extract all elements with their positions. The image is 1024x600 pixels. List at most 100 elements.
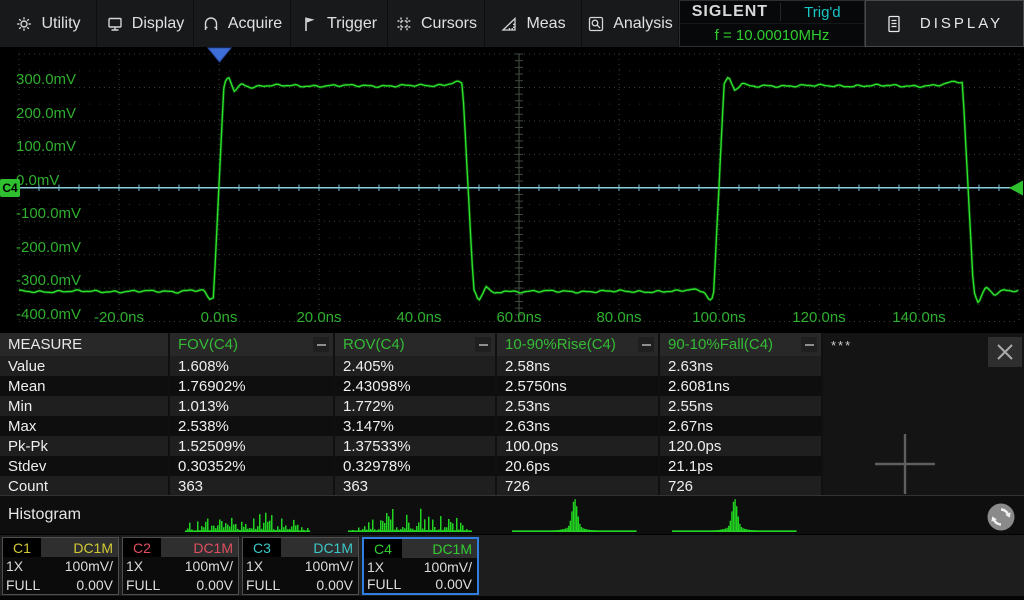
graticule-and-trace bbox=[18, 53, 1020, 322]
waveform-area: 300.0mV 200.0mV 100.0mV 0.0mV -100.0mV -… bbox=[0, 47, 1024, 332]
measure-column-header: ROV(C4) bbox=[343, 336, 405, 353]
y-axis-label: 0.0mV bbox=[16, 171, 60, 189]
trigger-level-marker[interactable] bbox=[1009, 180, 1023, 196]
y-axis-label: -400.0mV bbox=[16, 305, 82, 323]
stat-label: Mean bbox=[0, 376, 170, 396]
acquire-icon bbox=[204, 16, 218, 30]
menu-item-label: Analysis bbox=[613, 14, 673, 32]
menu-item-meas[interactable]: Meas bbox=[485, 0, 582, 47]
x-axis-label: 80.0ns bbox=[596, 309, 642, 326]
x-axis-label: 60.0ns bbox=[496, 309, 542, 326]
stat-label: Max bbox=[0, 416, 170, 436]
analysis-magnifier-icon bbox=[589, 16, 604, 31]
channel-scale: 100mV/ bbox=[423, 558, 472, 575]
channel-scale: 100mV/ bbox=[184, 558, 233, 575]
stat-value: 1.37533% bbox=[335, 436, 497, 456]
histogram-label: Histogram bbox=[8, 506, 81, 523]
menu-item-analysis[interactable]: Analysis bbox=[582, 0, 679, 47]
stat-value: 21.1ps bbox=[660, 456, 823, 476]
channel-coupling: DC1M bbox=[161, 538, 238, 557]
measure-row-mean: Mean 1.76902% 2.43098% 2.5750ns 2.6081ns bbox=[0, 376, 823, 396]
stat-label: Min bbox=[0, 396, 170, 416]
display-button-label: DISPLAY bbox=[919, 15, 1004, 32]
measure-table: MEASURE FOV(C4) ROV(C4) 10-90%Rise(C4) 9… bbox=[0, 333, 823, 496]
stat-value: 2.55ns bbox=[660, 396, 823, 416]
trigger-position-marker[interactable] bbox=[206, 47, 233, 63]
remove-measurement-button[interactable] bbox=[801, 337, 817, 352]
channel-bandwidth: FULL bbox=[367, 576, 402, 593]
stat-label: Pk-Pk bbox=[0, 436, 170, 456]
channel-offset: 0.00V bbox=[196, 576, 233, 593]
measure-title: MEASURE bbox=[0, 333, 170, 356]
gear-icon bbox=[17, 16, 32, 31]
stat-label: Stdev bbox=[0, 456, 170, 476]
stat-label: Count bbox=[0, 476, 170, 496]
stat-value: 0.30352% bbox=[170, 456, 335, 476]
x-axis-label: 120.0ns bbox=[792, 309, 846, 326]
channel-box-c4[interactable]: C4 DC1M 1X 100mV/ FULL 0.00V bbox=[362, 537, 479, 595]
stat-value: 2.405% bbox=[335, 356, 497, 376]
stat-value: 120.0ps bbox=[660, 436, 823, 456]
remove-measurement-button[interactable] bbox=[638, 337, 654, 352]
channel-offset-marker-c4[interactable]: C4 bbox=[0, 179, 20, 197]
x-axis-label: 100.0ns bbox=[692, 309, 746, 326]
channel-box-c3[interactable]: C3 DC1M 1X 100mV/ FULL 0.00V bbox=[242, 537, 359, 595]
menu-item-acquire[interactable]: Acquire bbox=[194, 0, 291, 47]
stat-value: 1.772% bbox=[335, 396, 497, 416]
clipboard-icon bbox=[888, 15, 900, 32]
channel-attenuation: 1X bbox=[126, 558, 144, 575]
stat-value: 363 bbox=[335, 476, 497, 496]
channel-label: C2 bbox=[123, 538, 161, 557]
channel-scale: 100mV/ bbox=[304, 558, 353, 575]
channel-offset: 0.00V bbox=[316, 576, 353, 593]
measure-row-pkpk: Pk-Pk 1.52509% 1.37533% 100.0ps 120.0ps bbox=[0, 436, 823, 456]
empty-measure-slot-label: *** bbox=[831, 338, 853, 353]
menu-item-display[interactable]: Display bbox=[97, 0, 194, 47]
stat-value: 2.67ns bbox=[660, 416, 823, 436]
brand-logo: SIGLENT bbox=[680, 3, 781, 21]
menu-item-label: Utility bbox=[41, 14, 81, 32]
channel-box-c1[interactable]: C1 DC1M 1X 100mV/ FULL 0.00V bbox=[2, 537, 119, 595]
stat-value: 2.538% bbox=[170, 416, 335, 436]
flag-icon bbox=[305, 17, 315, 31]
menu-item-label: Cursors bbox=[420, 14, 477, 32]
reset-statistics-button[interactable] bbox=[986, 502, 1016, 532]
waveform-display[interactable] bbox=[0, 47, 1024, 332]
x-axis-label: -20.0ns bbox=[93, 309, 145, 326]
stat-value: 2.63ns bbox=[660, 356, 823, 376]
measure-panel: MEASURE FOV(C4) ROV(C4) 10-90%Rise(C4) 9… bbox=[0, 332, 1024, 534]
top-menu-bar: Utility Display Acquire Trigger Cursors … bbox=[0, 0, 1024, 47]
close-measure-panel-button[interactable] bbox=[988, 337, 1022, 367]
channel-bandwidth: FULL bbox=[6, 576, 41, 593]
measure-row-max: Max 2.538% 3.147% 2.63ns 2.67ns bbox=[0, 416, 823, 436]
menu-item-utility[interactable]: Utility bbox=[0, 0, 97, 47]
measure-row-min: Min 1.013% 1.772% 2.53ns 2.55ns bbox=[0, 396, 823, 416]
measure-column-header: FOV(C4) bbox=[178, 336, 238, 353]
refresh-icon bbox=[987, 503, 1015, 531]
menu-item-cursors[interactable]: Cursors bbox=[388, 0, 485, 47]
menu-item-trigger[interactable]: Trigger bbox=[291, 0, 388, 47]
channel-scale: 100mV/ bbox=[64, 558, 113, 575]
display-settings-button[interactable]: DISPLAY bbox=[865, 0, 1024, 47]
measure-header-row: MEASURE FOV(C4) ROV(C4) 10-90%Rise(C4) 9… bbox=[0, 333, 823, 356]
menu-item-label: Trigger bbox=[326, 14, 378, 32]
measure-ruler-icon bbox=[501, 16, 517, 31]
x-axis-label: 40.0ns bbox=[396, 309, 442, 326]
remove-measurement-button[interactable] bbox=[475, 337, 491, 352]
y-axis-label: 100.0mV bbox=[16, 138, 77, 156]
channel-box-c2[interactable]: C2 DC1M 1X 100mV/ FULL 0.00V bbox=[122, 537, 239, 595]
remove-measurement-button[interactable] bbox=[313, 337, 329, 352]
stat-value: 2.43098% bbox=[335, 376, 497, 396]
channel-coupling: DC1M bbox=[281, 538, 358, 557]
stat-value: 100.0ps bbox=[497, 436, 660, 456]
histogram-strip: Histogram bbox=[0, 495, 1024, 534]
channel-coupling: DC1M bbox=[402, 539, 477, 558]
cursors-icon bbox=[397, 17, 411, 30]
channel-label: C4 bbox=[364, 539, 402, 558]
stat-value: 3.147% bbox=[335, 416, 497, 436]
stat-label: Value bbox=[0, 356, 170, 376]
stat-value: 2.6081ns bbox=[660, 376, 823, 396]
stat-value: 20.6ps bbox=[497, 456, 660, 476]
measure-row-count: Count 363 363 726 726 bbox=[0, 476, 823, 496]
stat-value: 726 bbox=[497, 476, 660, 496]
